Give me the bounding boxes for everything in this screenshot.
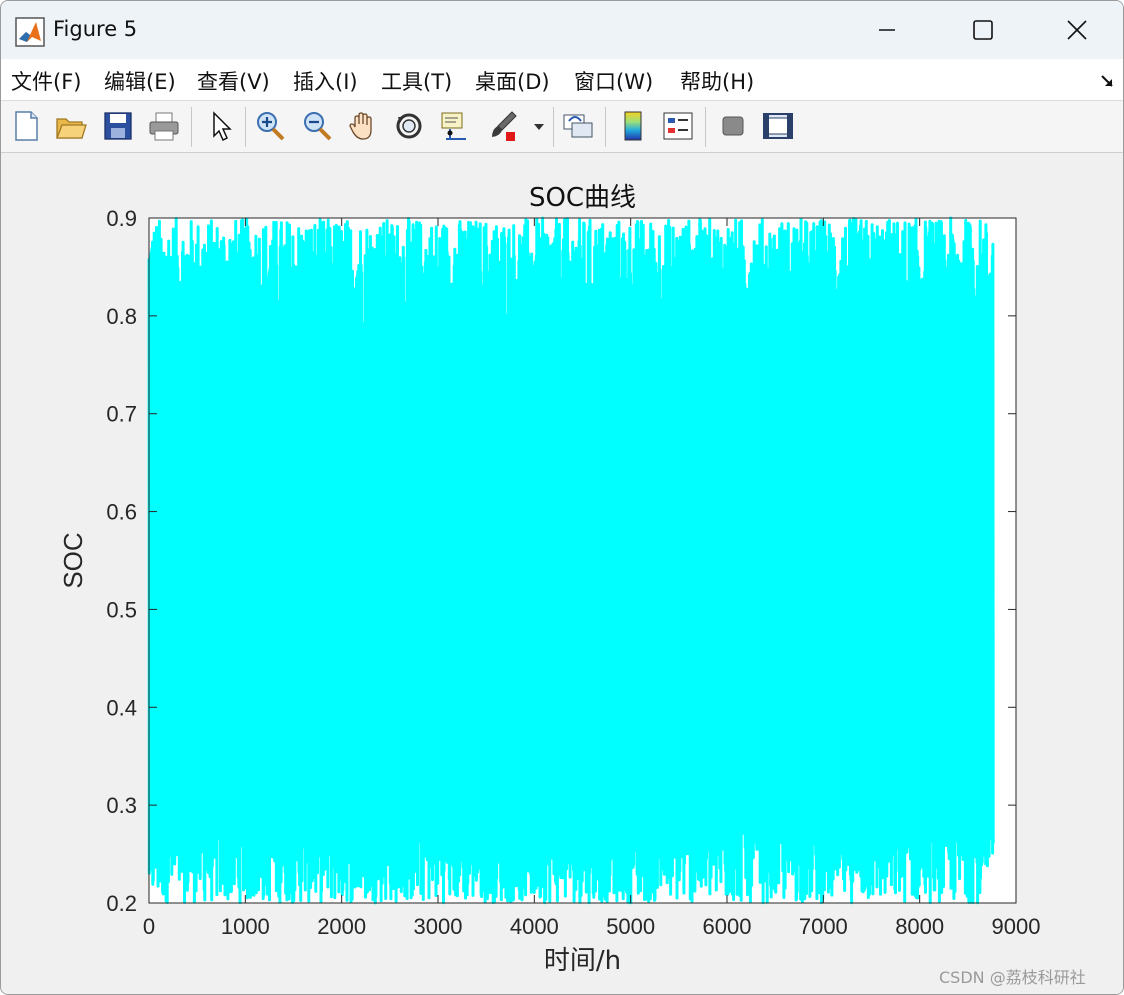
menu-desktop[interactable]: 桌面(D) <box>475 66 550 96</box>
x-tick-label: 4000 <box>510 914 559 939</box>
zoom-in-icon[interactable] <box>253 109 287 143</box>
close-button[interactable] <box>1031 1 1123 59</box>
brush-icon[interactable] <box>486 109 520 143</box>
menu-view[interactable]: 查看(V) <box>197 66 270 96</box>
menu-edit[interactable]: 编辑(E) <box>104 66 176 96</box>
new-figure-icon[interactable] <box>9 109 43 143</box>
window-title: Figure 5 <box>53 17 138 41</box>
y-axis-label: SOC <box>58 532 88 588</box>
menu-insert[interactable]: 插入(I) <box>293 66 358 96</box>
toolbar-separator <box>705 107 706 147</box>
brush-dropdown-icon[interactable] <box>531 109 547 143</box>
colorbar-icon[interactable] <box>616 109 650 143</box>
pan-hand-icon[interactable] <box>346 109 380 143</box>
menu-bar: 文件(F) 编辑(E) 查看(V) 插入(I) 工具(T) 桌面(D) 窗口(W… <box>1 59 1123 101</box>
x-tick-label: 8000 <box>895 914 944 939</box>
menu-tools[interactable]: 工具(T) <box>381 66 452 96</box>
x-tick-label: 0 <box>143 914 155 939</box>
x-tick-label: 9000 <box>992 914 1041 939</box>
rotate-3d-icon[interactable] <box>392 109 426 143</box>
y-tick-label: 0.8 <box>106 304 137 329</box>
y-tick-label: 0.6 <box>106 500 137 525</box>
open-file-icon[interactable] <box>54 109 88 143</box>
figure-window: Figure 5 文件(F) 编辑(E) 查看(V) 插入(I) 工具(T) 桌… <box>0 0 1124 995</box>
watermark: CSDN @荔枝科研社 <box>939 968 1086 987</box>
toolbar-separator <box>191 107 192 147</box>
save-icon[interactable] <box>101 109 135 143</box>
title-bar: Figure 5 <box>1 1 1123 59</box>
x-tick-label: 3000 <box>414 914 463 939</box>
y-tick-label: 0.4 <box>106 695 137 720</box>
y-tick-label: 0.2 <box>106 891 137 916</box>
toolbar-separator <box>245 107 246 147</box>
chart-title: SOC曲线 <box>529 183 636 213</box>
x-axis-label: 时间/h <box>544 946 621 976</box>
x-tick-label: 7000 <box>799 914 848 939</box>
hide-plot-tools-icon[interactable] <box>716 109 750 143</box>
menu-window[interactable]: 窗口(W) <box>574 66 653 96</box>
zoom-out-icon[interactable] <box>300 109 334 143</box>
x-tick-label: 5000 <box>606 914 655 939</box>
legend-icon[interactable] <box>661 109 695 143</box>
close-icon <box>1067 20 1087 40</box>
toolbar <box>1 101 1123 153</box>
y-tick-label: 0.9 <box>106 206 137 231</box>
y-tick-label: 0.5 <box>106 597 137 622</box>
x-tick-label: 6000 <box>703 914 752 939</box>
chart-svg: 0 1000 2000 3000 4000 5000 6000 7000 8000 9000 0.2… <box>58 183 1041 976</box>
menu-file[interactable]: 文件(F) <box>11 66 81 96</box>
y-tick-label: 0.3 <box>106 793 137 818</box>
minimize-icon <box>879 29 895 31</box>
print-icon[interactable] <box>147 109 181 143</box>
toolbar-separator <box>605 107 606 147</box>
matlab-logo-icon <box>15 17 45 47</box>
link-plot-icon[interactable] <box>561 109 595 143</box>
minimize-button[interactable] <box>841 1 933 59</box>
x-tick-label: 2000 <box>317 914 366 939</box>
maximize-button[interactable] <box>937 1 1029 59</box>
maximize-icon <box>973 20 993 40</box>
figure-canvas: 0 1000 2000 3000 4000 5000 6000 7000 8000 9000 0.2… <box>1 154 1123 994</box>
data-cursor-icon[interactable] <box>438 109 472 143</box>
menu-help[interactable]: 帮助(H) <box>680 66 754 96</box>
soc-series-line <box>147 216 995 905</box>
x-tick-label: 1000 <box>221 914 270 939</box>
toolbar-separator <box>553 107 554 147</box>
show-plot-tools-icon[interactable] <box>761 109 795 143</box>
dock-arrow-icon[interactable] <box>1099 73 1115 89</box>
select-arrow-icon[interactable] <box>204 109 238 143</box>
y-tick-label: 0.7 <box>106 402 137 427</box>
